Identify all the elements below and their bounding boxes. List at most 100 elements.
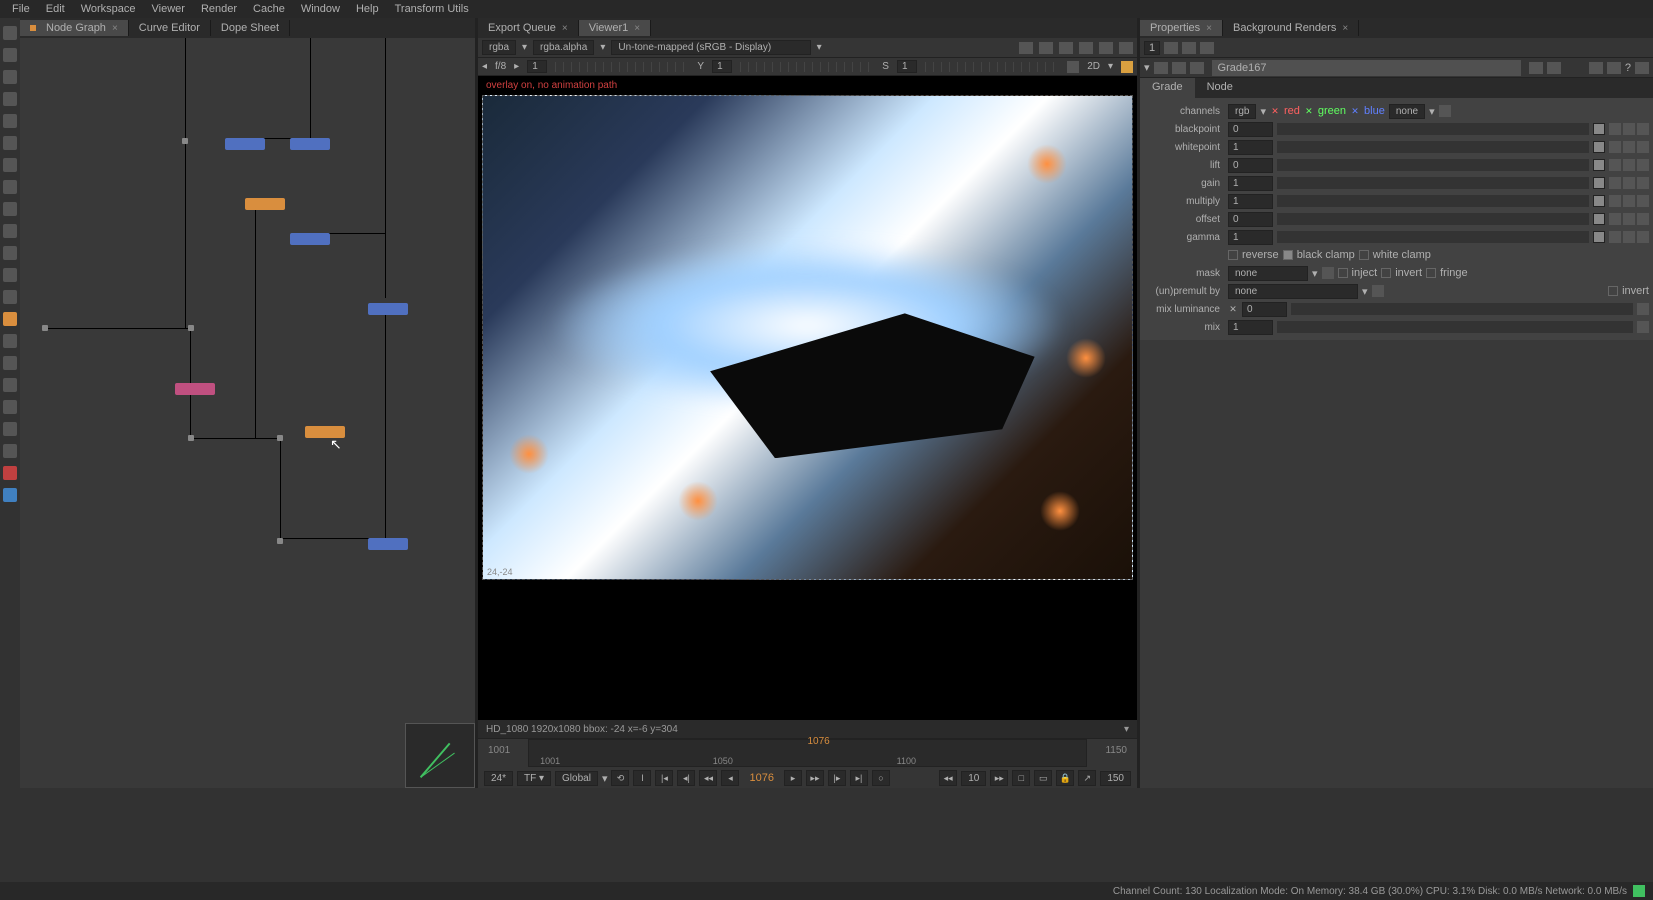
dropdown-icon[interactable]: ▾ — [1260, 105, 1266, 118]
split-icon[interactable] — [1609, 231, 1621, 243]
list-icon[interactable] — [1039, 42, 1053, 54]
node-name-field[interactable]: Grade167 — [1212, 60, 1521, 76]
close-icon[interactable]: × — [562, 23, 568, 34]
lift-slider[interactable] — [1277, 159, 1589, 171]
tool-fill-icon[interactable] — [3, 246, 17, 260]
split-icon[interactable] — [1609, 177, 1621, 189]
loop-icon[interactable]: ○ — [872, 770, 890, 786]
tab-dope-sheet[interactable]: Dope Sheet — [211, 20, 290, 36]
node-blue[interactable] — [368, 538, 408, 550]
color-swatch[interactable] — [1593, 159, 1605, 171]
dot-node[interactable] — [42, 325, 48, 331]
reverse-checkbox[interactable] — [1228, 250, 1238, 260]
viewer-image[interactable]: 24,-24 — [482, 95, 1133, 580]
dot-node[interactable] — [188, 435, 194, 441]
sync-icon[interactable]: ⟲ — [611, 770, 629, 786]
play-back-button[interactable]: ◂ — [721, 770, 739, 786]
y-value[interactable]: 1 — [712, 60, 732, 73]
more-icon[interactable] — [1637, 195, 1649, 207]
close-icon[interactable] — [1119, 42, 1133, 54]
tool-circle-icon[interactable] — [3, 114, 17, 128]
red-toggle[interactable]: ✕ — [1270, 106, 1280, 116]
tool-dropper-icon[interactable] — [3, 202, 17, 216]
node-pink[interactable] — [175, 383, 215, 395]
timeline-start[interactable]: 1001 — [488, 745, 510, 756]
last-frame-button[interactable]: ▸| — [850, 770, 868, 786]
mixlum-toggle[interactable]: ✕ — [1228, 304, 1238, 314]
lut-select[interactable]: Un-tone-mapped (sRGB - Display) — [611, 40, 810, 55]
timeline-end[interactable]: 1150 — [1105, 745, 1127, 756]
square-icon[interactable] — [1529, 62, 1543, 74]
dot-node[interactable] — [277, 435, 283, 441]
close-icon[interactable]: × — [634, 23, 640, 34]
dropdown-icon[interactable]: ▾ — [1429, 105, 1435, 118]
split-icon[interactable] — [1609, 159, 1621, 171]
menu-viewer[interactable]: Viewer — [144, 3, 193, 15]
tab-curve-editor[interactable]: Curve Editor — [129, 20, 211, 36]
eye-icon[interactable] — [1154, 62, 1168, 74]
more-icon[interactable] — [1637, 141, 1649, 153]
dropdown-icon[interactable]: ▾ — [1108, 61, 1113, 72]
extra-channel-select[interactable]: none — [1389, 104, 1425, 119]
play-button[interactable]: ▸ — [784, 770, 802, 786]
tool-clock-icon[interactable] — [3, 70, 17, 84]
invert-checkbox[interactable] — [1381, 268, 1391, 278]
blackpoint-value[interactable]: 0 — [1228, 122, 1273, 137]
tool-sphere-icon[interactable] — [3, 92, 17, 106]
mixlum-slider[interactable] — [1291, 303, 1633, 315]
prev-icon[interactable]: ◂ — [482, 61, 487, 72]
anim-icon[interactable] — [1623, 195, 1635, 207]
link-icon[interactable] — [1172, 62, 1186, 74]
screen-icon[interactable]: □ — [1012, 770, 1030, 786]
dot-node[interactable] — [277, 538, 283, 544]
subtab-grade[interactable]: Grade — [1140, 78, 1195, 98]
blackpoint-slider[interactable] — [1277, 123, 1589, 135]
multiply-slider[interactable] — [1277, 195, 1589, 207]
anim-icon[interactable] — [1637, 303, 1649, 315]
gamma-slider[interactable] — [1277, 231, 1589, 243]
tab-bg-renders[interactable]: Background Renders× — [1223, 20, 1359, 36]
anim-icon[interactable] — [1623, 177, 1635, 189]
fstop-value[interactable]: 1 — [527, 60, 547, 73]
tool-shade-icon[interactable] — [3, 356, 17, 370]
menu-render[interactable]: Render — [193, 3, 245, 15]
menu-window[interactable]: Window — [293, 3, 348, 15]
close-icon[interactable]: × — [112, 23, 118, 34]
menu-edit[interactable]: Edit — [38, 3, 73, 15]
white-clamp-checkbox[interactable] — [1359, 250, 1369, 260]
mix-slider[interactable] — [1277, 321, 1633, 333]
next-key-button[interactable]: |▸ — [828, 770, 846, 786]
lock-icon[interactable]: 🔒 — [1056, 770, 1074, 786]
refresh-icon[interactable] — [1059, 42, 1073, 54]
dropdown-icon[interactable]: ▾ — [600, 42, 605, 53]
offset-value[interactable]: 0 — [1228, 212, 1273, 227]
step-back-button[interactable]: ◂◂ — [699, 770, 717, 786]
menu-file[interactable]: File — [4, 3, 38, 15]
export-icon[interactable]: ↗ — [1078, 770, 1096, 786]
dropdown-icon[interactable]: ▾ — [1362, 285, 1368, 298]
tf-select[interactable]: TF ▾ — [517, 771, 551, 786]
s-slider[interactable] — [925, 62, 1059, 72]
alpha-select[interactable]: rgba.alpha — [533, 40, 594, 55]
close-icon[interactable]: × — [1206, 23, 1212, 34]
tab-viewer1[interactable]: Viewer1× — [579, 20, 651, 36]
black-clamp-checkbox[interactable] — [1283, 250, 1293, 260]
dot-node[interactable] — [182, 138, 188, 144]
color-swatch[interactable] — [1593, 141, 1605, 153]
anim-icon[interactable] — [1623, 231, 1635, 243]
node-blue[interactable] — [290, 233, 330, 245]
tool-sparkle-icon[interactable] — [3, 312, 17, 326]
tool-brush-icon[interactable] — [3, 136, 17, 150]
branch-icon[interactable] — [1190, 62, 1204, 74]
mixlum-value[interactable]: 0 — [1242, 302, 1287, 317]
green-toggle[interactable]: ✕ — [1304, 106, 1314, 116]
split-icon[interactable] — [1609, 123, 1621, 135]
playhead[interactable]: 1076 — [808, 736, 830, 747]
tool-marker-icon[interactable] — [3, 466, 17, 480]
tool-disc-icon[interactable] — [3, 224, 17, 238]
minimap[interactable] — [405, 723, 475, 788]
more-icon[interactable] — [1637, 177, 1649, 189]
pause-icon[interactable] — [1099, 42, 1113, 54]
add-icon[interactable] — [1439, 105, 1451, 117]
dropdown-icon[interactable]: ▾ — [522, 42, 527, 53]
